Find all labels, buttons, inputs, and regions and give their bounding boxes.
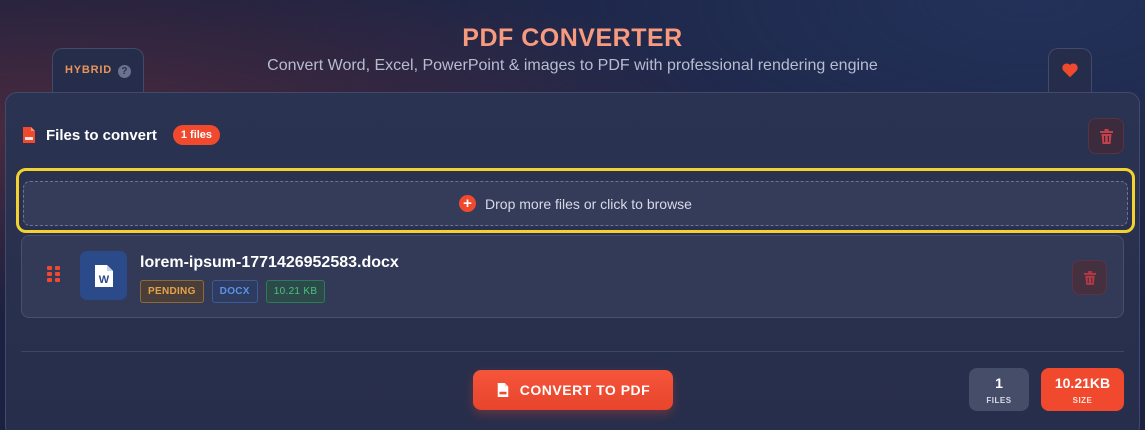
file-type-badge: DOCX [211,280,258,303]
total-size-label: SIZE [1072,395,1093,405]
status-badge: PENDING [140,280,204,303]
help-icon[interactable]: ? [117,65,131,78]
trash-icon [1083,270,1096,285]
word-icon-letter: W [98,274,109,286]
word-file-icon: W [80,251,127,300]
files-header: Files to convert 1 files [21,125,221,145]
files-count-value: 1 [995,374,1003,391]
page-subtitle: Convert Word, Excel, PowerPoint & images… [267,57,878,74]
favorite-tab[interactable] [1048,48,1092,96]
pdf-file-icon [497,383,509,397]
file-item: W lorem-ipsum-1771426952583.docx PENDING… [21,235,1124,318]
heart-icon [1062,63,1078,78]
dropzone[interactable]: + Drop more files or click to browse [23,181,1128,226]
hybrid-mode-tab[interactable]: HYBRID ? [52,48,144,96]
file-count-badge: 1 files [172,125,221,145]
hybrid-mode-label: HYBRID [65,64,112,76]
page-title: PDF CONVERTER [462,24,683,52]
convert-button-label: CONVERT TO PDF [519,382,651,398]
files-count-stat: 1 FILES [969,368,1029,411]
file-size-badge: 10.21 KB [265,280,326,303]
total-size-stat: 10.21KB SIZE [1041,368,1124,411]
divider [21,351,1124,352]
file-tags: PENDING DOCX 10.21 KB [140,280,326,303]
convert-to-pdf-button[interactable]: CONVERT TO PDF [473,370,673,410]
drag-handle-icon[interactable] [47,266,60,282]
trash-icon [1099,128,1113,144]
dropzone-text: Drop more files or click to browse [485,195,692,212]
file-name: lorem-ipsum-1771426952583.docx [140,254,399,271]
dropzone-highlight: + Drop more files or click to browse [16,168,1135,233]
remove-file-button[interactable] [1072,260,1107,295]
files-count-label: FILES [986,395,1012,405]
converter-panel: Files to convert 1 files + Drop more fil… [5,92,1140,430]
total-size-value: 10.21KB [1054,374,1111,391]
clear-all-button[interactable] [1088,118,1124,154]
pdf-file-icon [23,127,35,143]
plus-icon: + [459,195,477,212]
files-section-title: Files to convert [46,126,157,144]
